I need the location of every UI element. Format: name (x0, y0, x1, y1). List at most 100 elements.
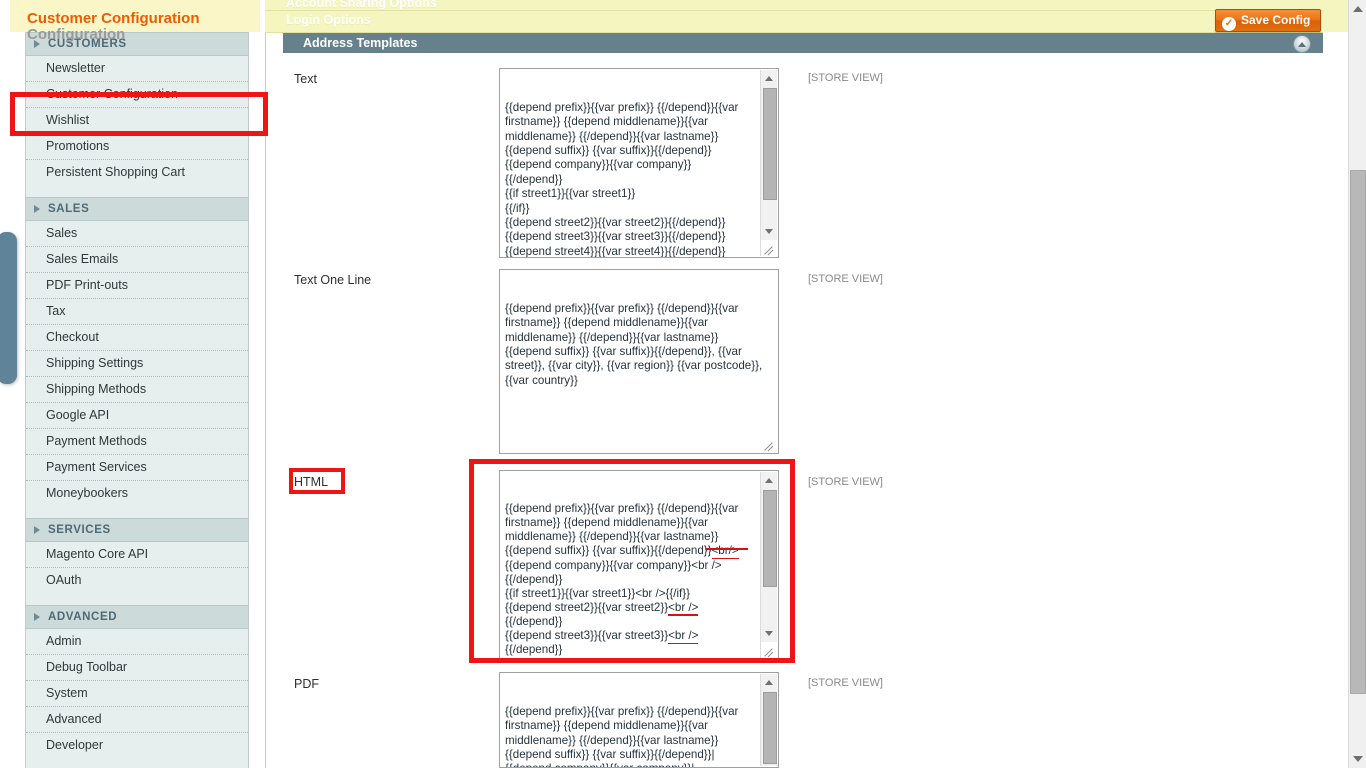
scrollbar-thumb[interactable] (763, 490, 777, 587)
sidebar-item-promotions[interactable]: Promotions (26, 134, 248, 160)
br-tag-highlight: <br/> (711, 544, 739, 558)
textarea-value: {{depend prefix}}{{var prefix}} {{/depen… (505, 704, 739, 767)
text-one-line-template-textarea[interactable]: {{depend prefix}}{{var prefix}} {{/depen… (499, 269, 779, 454)
sidebar-group-label: SALES (48, 203, 90, 215)
textarea-value: {{depend prefix}}{{var prefix}} {{/depen… (505, 502, 760, 659)
save-config-label: Save Config (1241, 13, 1311, 27)
sidebar-group-label: ADVANCED (48, 611, 118, 623)
overlay-right-strip (1323, 0, 1349, 32)
scroll-down-icon[interactable] (765, 631, 773, 636)
pdf-template-textarea[interactable]: {{depend prefix}}{{var prefix}} {{/depen… (499, 672, 779, 768)
br-tag-highlight: <br /> (668, 600, 699, 614)
sidebar-item-persistent-shopping-cart[interactable]: Persistent Shopping Cart (26, 160, 248, 185)
template-line: {{depend company}}{{var company}}<br /> (505, 558, 722, 572)
browser-scrollbar[interactable] (1348, 0, 1366, 768)
sidebar-item-developer[interactable]: Developer (26, 733, 248, 758)
section-header-address-templates[interactable]: Address Templates (283, 33, 1323, 53)
sidebar-item-sales[interactable]: Sales (26, 221, 248, 247)
sidebar-item-customer-configuration[interactable]: Customer Configuration (26, 82, 248, 108)
template-line: {{depend street2}}{{var street2}} (505, 600, 669, 614)
resize-grip-icon[interactable] (761, 642, 777, 658)
config-sidebar: CUSTOMERS Newsletter Customer Configurat… (25, 32, 249, 768)
template-line: {{depend street4}}{{var street4}}<br /> (505, 657, 698, 659)
save-config-button[interactable]: ✓ Save Config (1215, 9, 1322, 32)
field-label-text: Text (294, 72, 317, 86)
sidebar-group-services[interactable]: SERVICES (26, 518, 248, 542)
sidebar-group-sales[interactable]: SALES (26, 197, 248, 221)
sidebar-item-checkout[interactable]: Checkout (26, 325, 248, 351)
sidebar-item-label: Payment Services (46, 460, 147, 474)
scope-label-text: [STORE VIEW] (808, 72, 883, 84)
scrollbar-thumb[interactable] (763, 692, 777, 764)
sidebar-item-label: Persistent Shopping Cart (46, 165, 185, 179)
resize-grip-icon[interactable] (761, 240, 777, 256)
sidebar-item-payment-services[interactable]: Payment Services (26, 455, 248, 481)
sidebar-item-label: Promotions (46, 139, 110, 153)
scrollbar-thumb[interactable] (1350, 170, 1366, 694)
sidebar-item-label: OAuth (46, 573, 82, 587)
sidebar-item-google-api[interactable]: Google API (26, 403, 248, 429)
scroll-up-icon[interactable] (1353, 6, 1363, 12)
sidebar-divider (26, 506, 248, 518)
sidebar-item-label: Sales (46, 226, 78, 240)
triangle-right-icon (34, 205, 40, 213)
sidebar-item-tax[interactable]: Tax (26, 299, 248, 325)
sidebar-item-wishlist[interactable]: Wishlist (26, 108, 248, 134)
screen: CUSTOMERS Newsletter Customer Configurat… (0, 0, 1366, 768)
textarea-scrollbar[interactable] (760, 472, 777, 658)
sidebar-item-shipping-settings[interactable]: Shipping Settings (26, 351, 248, 377)
sidebar-item-label: Shipping Methods (46, 382, 147, 396)
scrollbar-thumb[interactable] (763, 88, 777, 200)
resize-grip-icon[interactable] (761, 436, 777, 452)
config-main-panel: Address Templates Text {{depend prefix}}… (265, 0, 1323, 768)
sidebar-item-label: Shipping Settings (46, 356, 144, 370)
sidebar-item-label: Magento Core API (46, 547, 149, 561)
left-scroll-handle[interactable] (0, 232, 17, 384)
sidebar-item-newsletter[interactable]: Newsletter (26, 56, 248, 82)
text-template-textarea[interactable]: {{depend prefix}}{{var prefix}} {{/depen… (499, 68, 779, 258)
template-line: {{/depend}} (505, 572, 563, 586)
sidebar-item-advanced[interactable]: Advanced (26, 707, 248, 733)
sidebar-item-pdf-print-outs[interactable]: PDF Print-outs (26, 273, 248, 299)
sidebar-item-sales-emails[interactable]: Sales Emails (26, 247, 248, 273)
textarea-scrollbar[interactable] (760, 70, 777, 256)
template-line: {{depend street3}}{{var street3}} (505, 629, 669, 643)
chevron-up-icon[interactable] (1293, 35, 1311, 53)
page-title-behind: Configuration (27, 26, 126, 43)
template-line: {{/depend}} (505, 614, 563, 628)
scope-label-html: [STORE VIEW] (808, 476, 883, 488)
page-gutter (1323, 0, 1349, 768)
triangle-right-icon (34, 613, 40, 621)
sidebar-item-label: Developer (46, 738, 103, 752)
sidebar-item-shipping-methods[interactable]: Shipping Methods (26, 377, 248, 403)
scroll-down-icon[interactable] (765, 229, 773, 234)
scroll-up-icon[interactable] (765, 680, 773, 685)
sidebar-item-label: Checkout (46, 330, 99, 344)
scope-label-pdf: [STORE VIEW] (808, 677, 883, 689)
sidebar-item-system[interactable]: System (26, 681, 248, 707)
sidebar-item-label: Google API (46, 408, 110, 422)
html-template-textarea[interactable]: {{depend prefix}}{{var prefix}} {{/depen… (499, 470, 779, 660)
template-line: {{depend suffix}} {{var suffix}}{{/depen… (505, 544, 712, 558)
sidebar-item-magento-core-api[interactable]: Magento Core API (26, 542, 248, 568)
sidebar-group-advanced[interactable]: ADVANCED (26, 605, 248, 629)
sidebar-item-payment-methods[interactable]: Payment Methods (26, 429, 248, 455)
template-line: {{if street1}}{{var street1}}<br />{{/if… (505, 586, 691, 600)
scroll-up-icon[interactable] (765, 76, 773, 81)
sidebar-item-debug-toolbar[interactable]: Debug Toolbar (26, 655, 248, 681)
field-label-pdf: PDF (294, 677, 319, 691)
sidebar-item-label: Newsletter (46, 61, 106, 75)
textarea-value: {{depend prefix}}{{var prefix}} {{/depen… (505, 100, 739, 258)
sidebar-item-moneybookers[interactable]: Moneybookers (26, 481, 248, 506)
sidebar-item-oauth[interactable]: OAuth (26, 568, 248, 593)
field-label-html: HTML (294, 475, 329, 489)
sidebar-item-label: Wishlist (46, 113, 90, 127)
sidebar-item-label: Admin (46, 634, 82, 648)
template-line: {{/depend}} (505, 643, 563, 657)
sidebar-item-label: Advanced (46, 712, 102, 726)
textarea-scrollbar[interactable] (760, 674, 777, 766)
scroll-up-icon[interactable] (765, 478, 773, 483)
scroll-down-icon[interactable] (1353, 756, 1363, 762)
sidebar-item-admin[interactable]: Admin (26, 629, 248, 655)
br-tag-highlight: <br /> (668, 629, 699, 643)
